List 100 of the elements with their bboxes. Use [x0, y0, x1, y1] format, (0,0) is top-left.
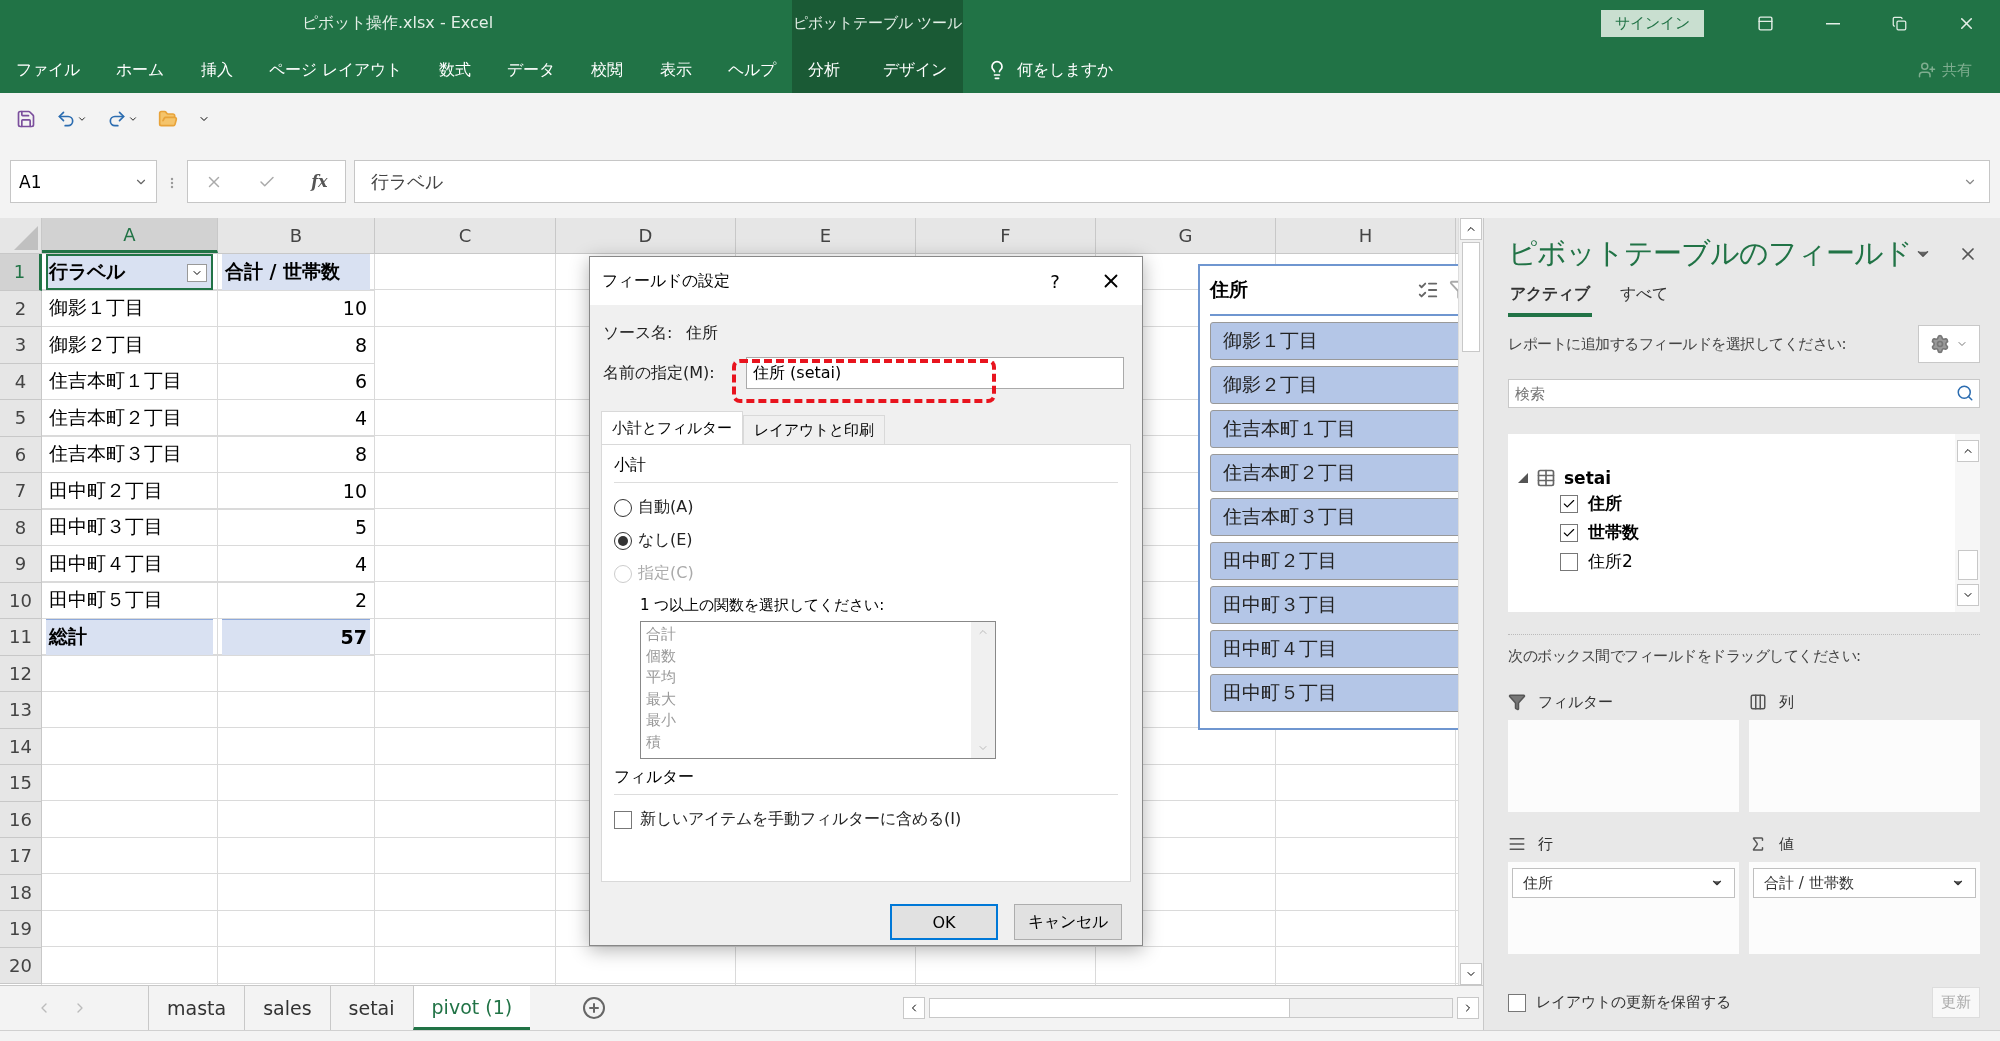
- ribbon-tab[interactable]: ファイル: [10, 47, 86, 93]
- row-header[interactable]: 12: [0, 655, 42, 692]
- insert-function-button[interactable]: fx: [311, 172, 328, 191]
- field-item[interactable]: 世帯数: [1560, 521, 1955, 544]
- scroll-down-button[interactable]: [1956, 584, 1979, 606]
- slicer-item[interactable]: 御影１丁目: [1210, 322, 1458, 360]
- pane-tab[interactable]: すべて: [1618, 280, 1670, 317]
- radio-option[interactable]: なし(E): [614, 524, 1118, 557]
- scrollbar-thumb[interactable]: [1957, 550, 1978, 580]
- checkbox-option[interactable]: 新しいアイテムを手動フィルターに含める(I): [614, 809, 1118, 830]
- row-header[interactable]: 3: [0, 327, 42, 364]
- row-header[interactable]: 6: [0, 436, 42, 473]
- field-chip[interactable]: 住所: [1512, 868, 1735, 898]
- list-item: 最大: [646, 688, 677, 710]
- ribbon-tab[interactable]: 挿入: [194, 47, 239, 93]
- slicer-item[interactable]: 田中町４丁目: [1210, 630, 1458, 668]
- filter-dropdown-button[interactable]: [187, 264, 207, 282]
- column-header[interactable]: A: [42, 218, 218, 253]
- row-header[interactable]: 2: [0, 290, 42, 327]
- table-cell-text: 住吉本町２丁目: [48, 404, 183, 430]
- expanded-icon[interactable]: [1518, 473, 1528, 483]
- name-box[interactable]: A1: [10, 160, 157, 203]
- caret-icon: [77, 114, 87, 124]
- slicer-item[interactable]: 住吉本町２丁目: [1210, 454, 1458, 492]
- scroll-up-button[interactable]: [1460, 218, 1482, 240]
- slicer-item[interactable]: 御影２丁目: [1210, 366, 1458, 404]
- sign-in-button[interactable]: サインイン: [1601, 10, 1704, 37]
- field-item[interactable]: 住所: [1560, 492, 1955, 515]
- row-header[interactable]: 17: [0, 838, 42, 875]
- ribbon-tab[interactable]: ヘルプ: [721, 47, 782, 93]
- save-icon: [16, 109, 36, 129]
- ribbon-display-icon: [1757, 15, 1774, 32]
- row-header[interactable]: 10: [0, 582, 42, 619]
- field-item[interactable]: 住所2: [1560, 550, 1955, 573]
- help-button[interactable]: ?: [1030, 269, 1080, 293]
- row-header[interactable]: 13: [0, 692, 42, 729]
- dialog-button[interactable]: キャンセル: [1014, 904, 1122, 940]
- scroll-right-button[interactable]: [1457, 997, 1479, 1019]
- table-cell-text: 田中町３丁目: [48, 514, 164, 540]
- redo-icon: [107, 109, 127, 129]
- slicer-item[interactable]: 田中町５丁目: [1210, 674, 1458, 712]
- window-title: ピボット操作.xlsx - Excel: [302, 13, 494, 34]
- row-header[interactable]: 9: [0, 546, 42, 583]
- scrollbar-thumb[interactable]: [930, 999, 1290, 1017]
- row-header[interactable]: 20: [0, 947, 42, 984]
- ribbon-tab[interactable]: 校閲: [585, 47, 630, 93]
- field-chip[interactable]: 合計 / 世帯数: [1753, 868, 1976, 898]
- table-cell-text: 御影１丁目: [48, 295, 145, 321]
- list-item: 積: [646, 731, 662, 753]
- table-cell-text: 10: [341, 478, 368, 504]
- ribbon-tab[interactable]: データ: [500, 47, 561, 93]
- pane-tab[interactable]: アクティブ: [1508, 280, 1592, 317]
- row-header[interactable]: 16: [0, 801, 42, 838]
- search-field[interactable]: 検索: [1508, 379, 1980, 408]
- list-item: 合計: [646, 624, 677, 645]
- slicer-item[interactable]: 田中町２丁目: [1210, 542, 1458, 580]
- ribbon-tab[interactable]: ホーム: [110, 47, 171, 93]
- row-header[interactable]: 18: [0, 874, 42, 911]
- row-header[interactable]: 14: [0, 728, 42, 765]
- scroll-down-button[interactable]: [1460, 963, 1482, 985]
- row-header[interactable]: 11: [0, 619, 42, 656]
- slicer-item[interactable]: 住吉本町１丁目: [1210, 410, 1458, 448]
- table-cell-text: 2: [353, 588, 368, 614]
- filter-icon: [1508, 693, 1526, 711]
- row-header[interactable]: 8: [0, 509, 42, 546]
- row-header[interactable]: 7: [0, 473, 42, 510]
- dialog-button[interactable]: OK: [890, 904, 998, 940]
- scrollbar-thumb[interactable]: [1462, 242, 1480, 352]
- dialog-tab[interactable]: レイアウトと印刷: [743, 415, 885, 445]
- row-header[interactable]: 15: [0, 765, 42, 802]
- columns-icon: [1749, 693, 1767, 711]
- defer-checkbox[interactable]: レイアウトの更新を保留する: [1508, 993, 1731, 1012]
- table-cell: 総計: [46, 619, 213, 655]
- name-field[interactable]: 住所 (setai): [746, 357, 1124, 389]
- minimize-icon: [1825, 22, 1840, 25]
- field-label: ソース名:: [603, 322, 673, 344]
- table-cell-text: 10: [341, 296, 368, 322]
- ribbon-tab[interactable]: 数式: [432, 47, 477, 93]
- row-header[interactable]: 1: [0, 254, 42, 291]
- row-header[interactable]: 5: [0, 400, 42, 437]
- scroll-up-button[interactable]: [1956, 440, 1979, 462]
- table-cell-text: 8: [353, 332, 368, 358]
- dialog-tab[interactable]: 小計とフィルター: [601, 411, 743, 445]
- radio-option[interactable]: 自動(A): [614, 491, 1118, 524]
- tell-me-field[interactable]: 何をしますか: [981, 47, 1119, 93]
- row-header[interactable]: 4: [0, 363, 42, 400]
- scroll-left-button[interactable]: [903, 997, 925, 1019]
- table-cell-text: 御影２丁目: [48, 331, 145, 357]
- row-header[interactable]: 19: [0, 911, 42, 948]
- table-cell-text: 住吉本町３丁目: [48, 441, 183, 467]
- sheet-tab[interactable]: pivot (1): [412, 986, 531, 1030]
- table-cell-text: 8: [353, 442, 368, 468]
- ribbon-tab[interactable]: ページ レイアウト: [263, 47, 409, 93]
- ribbon-tab[interactable]: 表示: [653, 47, 698, 93]
- settings-button[interactable]: [1918, 325, 1980, 363]
- table-cell-text: 5: [353, 515, 368, 541]
- formula-field[interactable]: 行ラベル: [354, 160, 1990, 203]
- slicer-item[interactable]: 住吉本町３丁目: [1210, 498, 1458, 536]
- source-name: 住所: [686, 322, 719, 344]
- slicer-item[interactable]: 田中町３丁目: [1210, 586, 1458, 624]
